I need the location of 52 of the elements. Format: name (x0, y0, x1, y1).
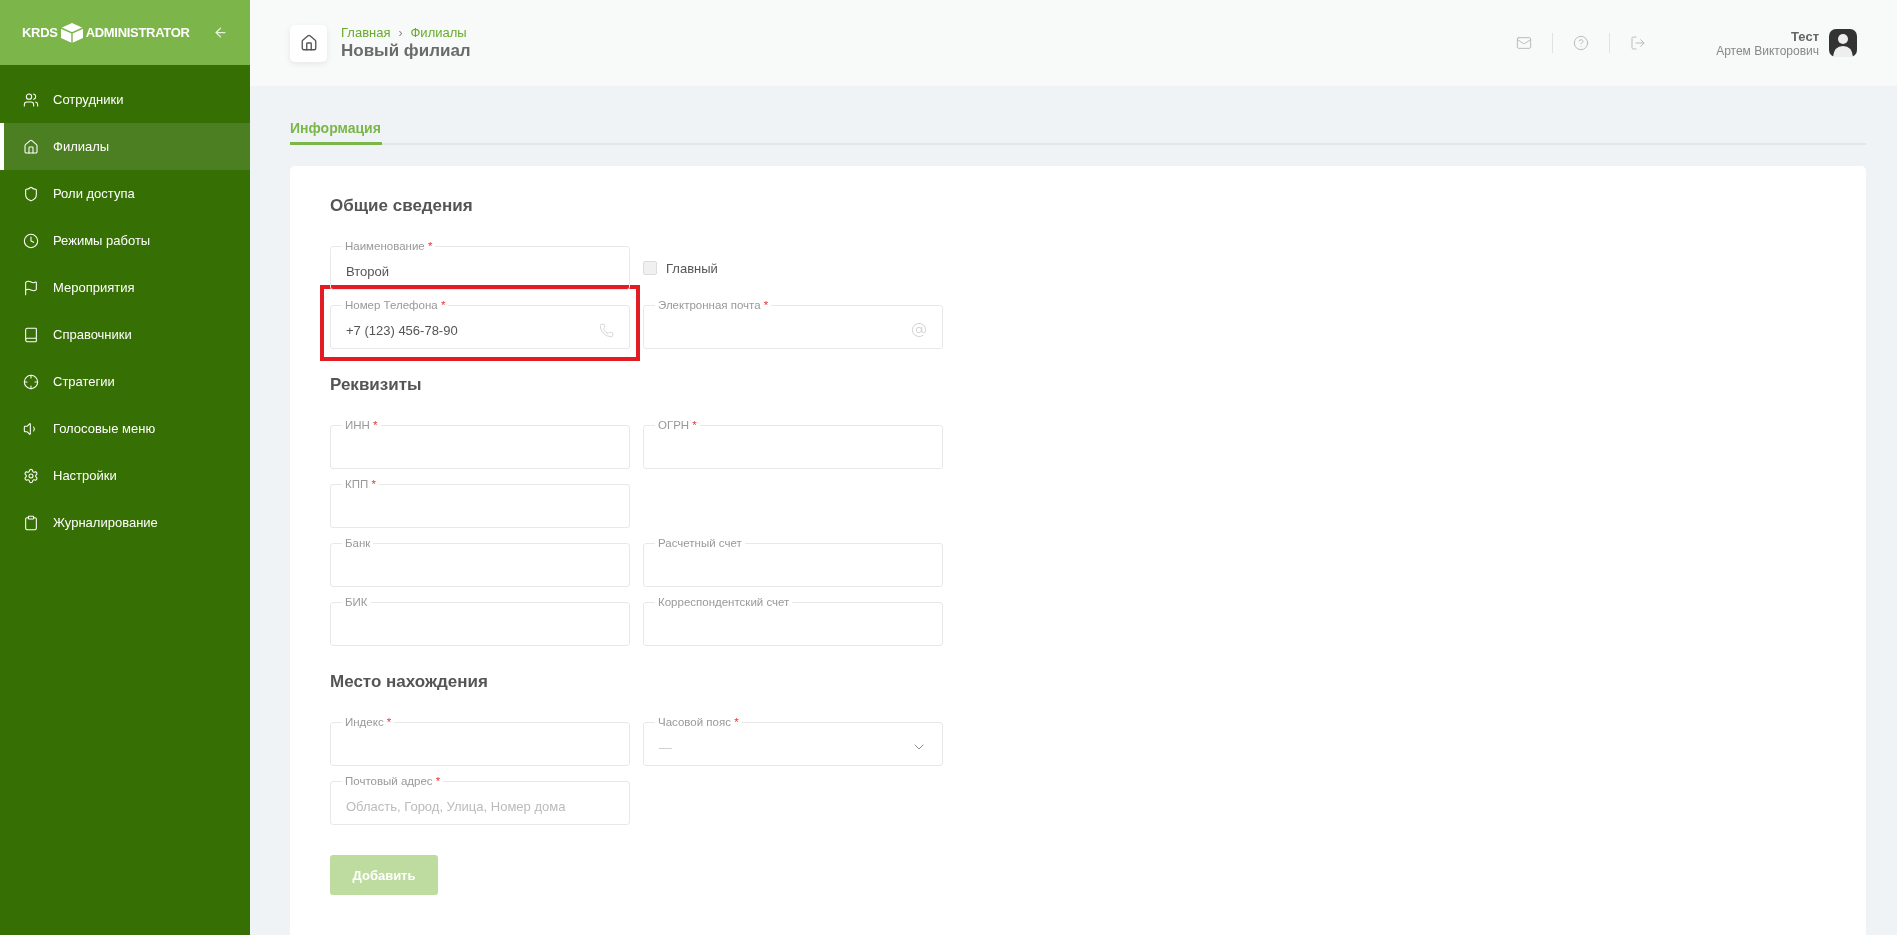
breadcrumb-link[interactable]: Главная (341, 25, 391, 40)
nav-item[interactable]: Мероприятия (0, 264, 250, 311)
input-field[interactable]: БИК (330, 594, 630, 646)
users-icon (23, 91, 39, 108)
input-field[interactable]: Расчетный счет (643, 535, 943, 587)
input-field[interactable]: КПП * (330, 476, 630, 528)
nav-item[interactable]: Справочники (0, 311, 250, 358)
input-field[interactable]: Почтовый адрес * Область, Город, Улица, Номер дома (330, 773, 630, 825)
section-title: Реквизиты (330, 375, 423, 395)
input-field[interactable]: Наименование * Второй (330, 238, 630, 290)
field-label: Номер Телефона * (342, 297, 449, 313)
flag-icon (23, 279, 39, 296)
user-name: Тест (1791, 28, 1819, 44)
at-sign-icon (911, 322, 927, 338)
input-field[interactable]: Электронная почта * (643, 297, 943, 349)
user-subtitle: Артем Викторович (1716, 43, 1819, 58)
input-field[interactable]: Индекс * (330, 714, 630, 766)
shield-icon (23, 185, 39, 202)
logo-text: KRDS (22, 25, 58, 40)
breadcrumb-link[interactable]: Филиалы (410, 25, 467, 40)
section-title: Общие сведения (330, 196, 474, 216)
nav-item[interactable]: Стратегии (0, 358, 250, 405)
input-field[interactable]: Корреспондентский счет (643, 594, 943, 646)
home-icon (23, 138, 39, 155)
checkbox[interactable] (643, 261, 657, 275)
nav-item[interactable]: Роли доступа (0, 170, 250, 217)
nav-item[interactable]: Филиалы (0, 123, 250, 170)
breadcrumb-separator: › (398, 25, 403, 40)
clipboard-icon (23, 514, 39, 531)
avatar[interactable] (1829, 29, 1857, 57)
nav-item[interactable]: Журналирование (0, 499, 250, 546)
section-title: Место нахождения (330, 672, 489, 692)
home-button[interactable] (290, 24, 327, 62)
nav-item[interactable]: Режимы работы (0, 217, 250, 264)
checkbox-label: Главный (666, 260, 718, 276)
clock-icon (23, 232, 39, 249)
input-field[interactable]: ИНН * (330, 417, 630, 469)
settings-icon (23, 467, 39, 484)
phone-icon (599, 322, 614, 338)
book-icon (23, 326, 39, 343)
logo-text: ADMINISTRATOR (85, 25, 190, 40)
select-field[interactable]: Часовой пояс * — (643, 714, 943, 766)
home-icon (299, 34, 318, 52)
input-field[interactable]: ОГРН * (643, 417, 943, 469)
nav-item[interactable]: Сотрудники (0, 76, 250, 123)
crosshair-icon (23, 373, 39, 390)
nav-item[interactable]: Настройки (0, 452, 250, 499)
page-title: Новый филиал (341, 41, 472, 61)
nav-item[interactable]: Голосовые меню (0, 405, 250, 452)
input-field[interactable]: Банк (330, 535, 630, 587)
cube-logo-icon (59, 21, 84, 44)
input-field[interactable]: Номер Телефона * +7 (123) 456-78-90 (330, 297, 630, 349)
